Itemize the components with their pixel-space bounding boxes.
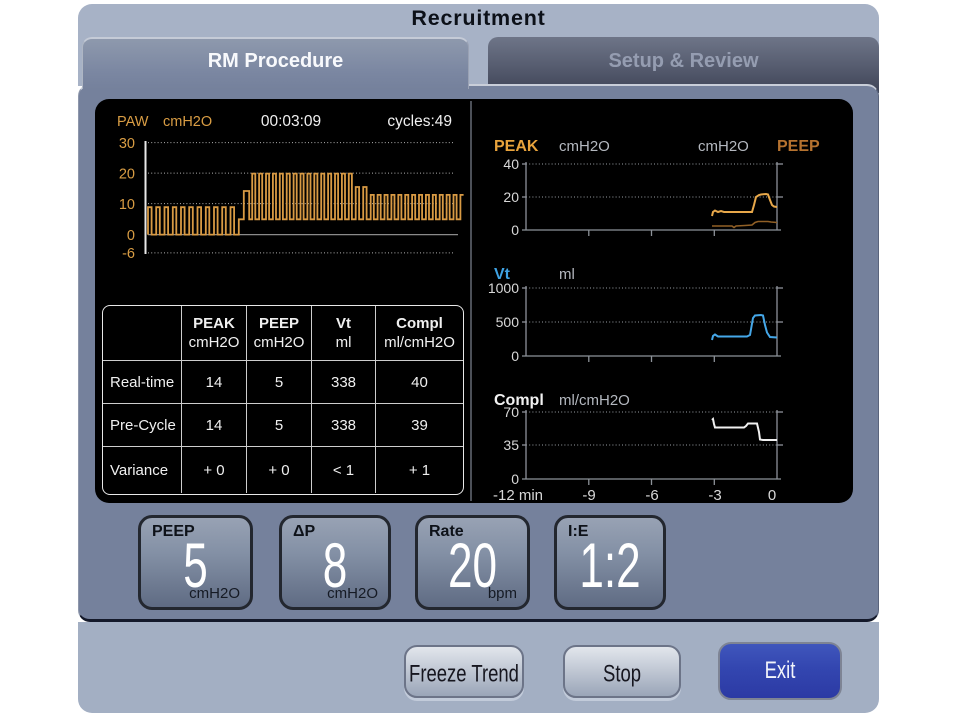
svg-text:ml/cmH2O: ml/cmH2O — [559, 392, 630, 409]
svg-text:-6: -6 — [122, 246, 135, 262]
svg-text:500: 500 — [496, 314, 520, 330]
svg-text:-12 min: -12 min — [493, 487, 543, 503]
svg-text:PAW: PAW — [117, 114, 149, 130]
svg-text:70: 70 — [503, 404, 519, 420]
svg-text:cmH2O: cmH2O — [163, 114, 212, 130]
svg-text:cmH2O: cmH2O — [698, 138, 749, 155]
svg-text:-9: -9 — [582, 487, 595, 503]
svg-text:PEEP: PEEP — [777, 138, 820, 155]
svg-text:30: 30 — [119, 136, 135, 152]
svg-text:35: 35 — [503, 437, 519, 453]
svg-text:00:03:09: 00:03:09 — [261, 113, 321, 130]
svg-text:-6: -6 — [645, 487, 658, 503]
svg-text:10: 10 — [119, 197, 135, 213]
svg-text:0: 0 — [511, 471, 519, 487]
svg-text:-3: -3 — [708, 487, 721, 503]
svg-text:1000: 1000 — [488, 280, 519, 296]
svg-text:20: 20 — [503, 189, 519, 205]
svg-text:ml: ml — [559, 266, 575, 283]
svg-text:cycles:49: cycles:49 — [387, 113, 452, 130]
svg-text:0: 0 — [127, 228, 135, 244]
svg-text:0: 0 — [511, 222, 519, 238]
svg-text:0: 0 — [768, 487, 776, 503]
svg-text:40: 40 — [503, 156, 519, 172]
svg-text:0: 0 — [511, 348, 519, 364]
svg-text:PEAK: PEAK — [494, 138, 539, 155]
svg-text:20: 20 — [119, 167, 135, 183]
svg-text:cmH2O: cmH2O — [559, 138, 610, 155]
